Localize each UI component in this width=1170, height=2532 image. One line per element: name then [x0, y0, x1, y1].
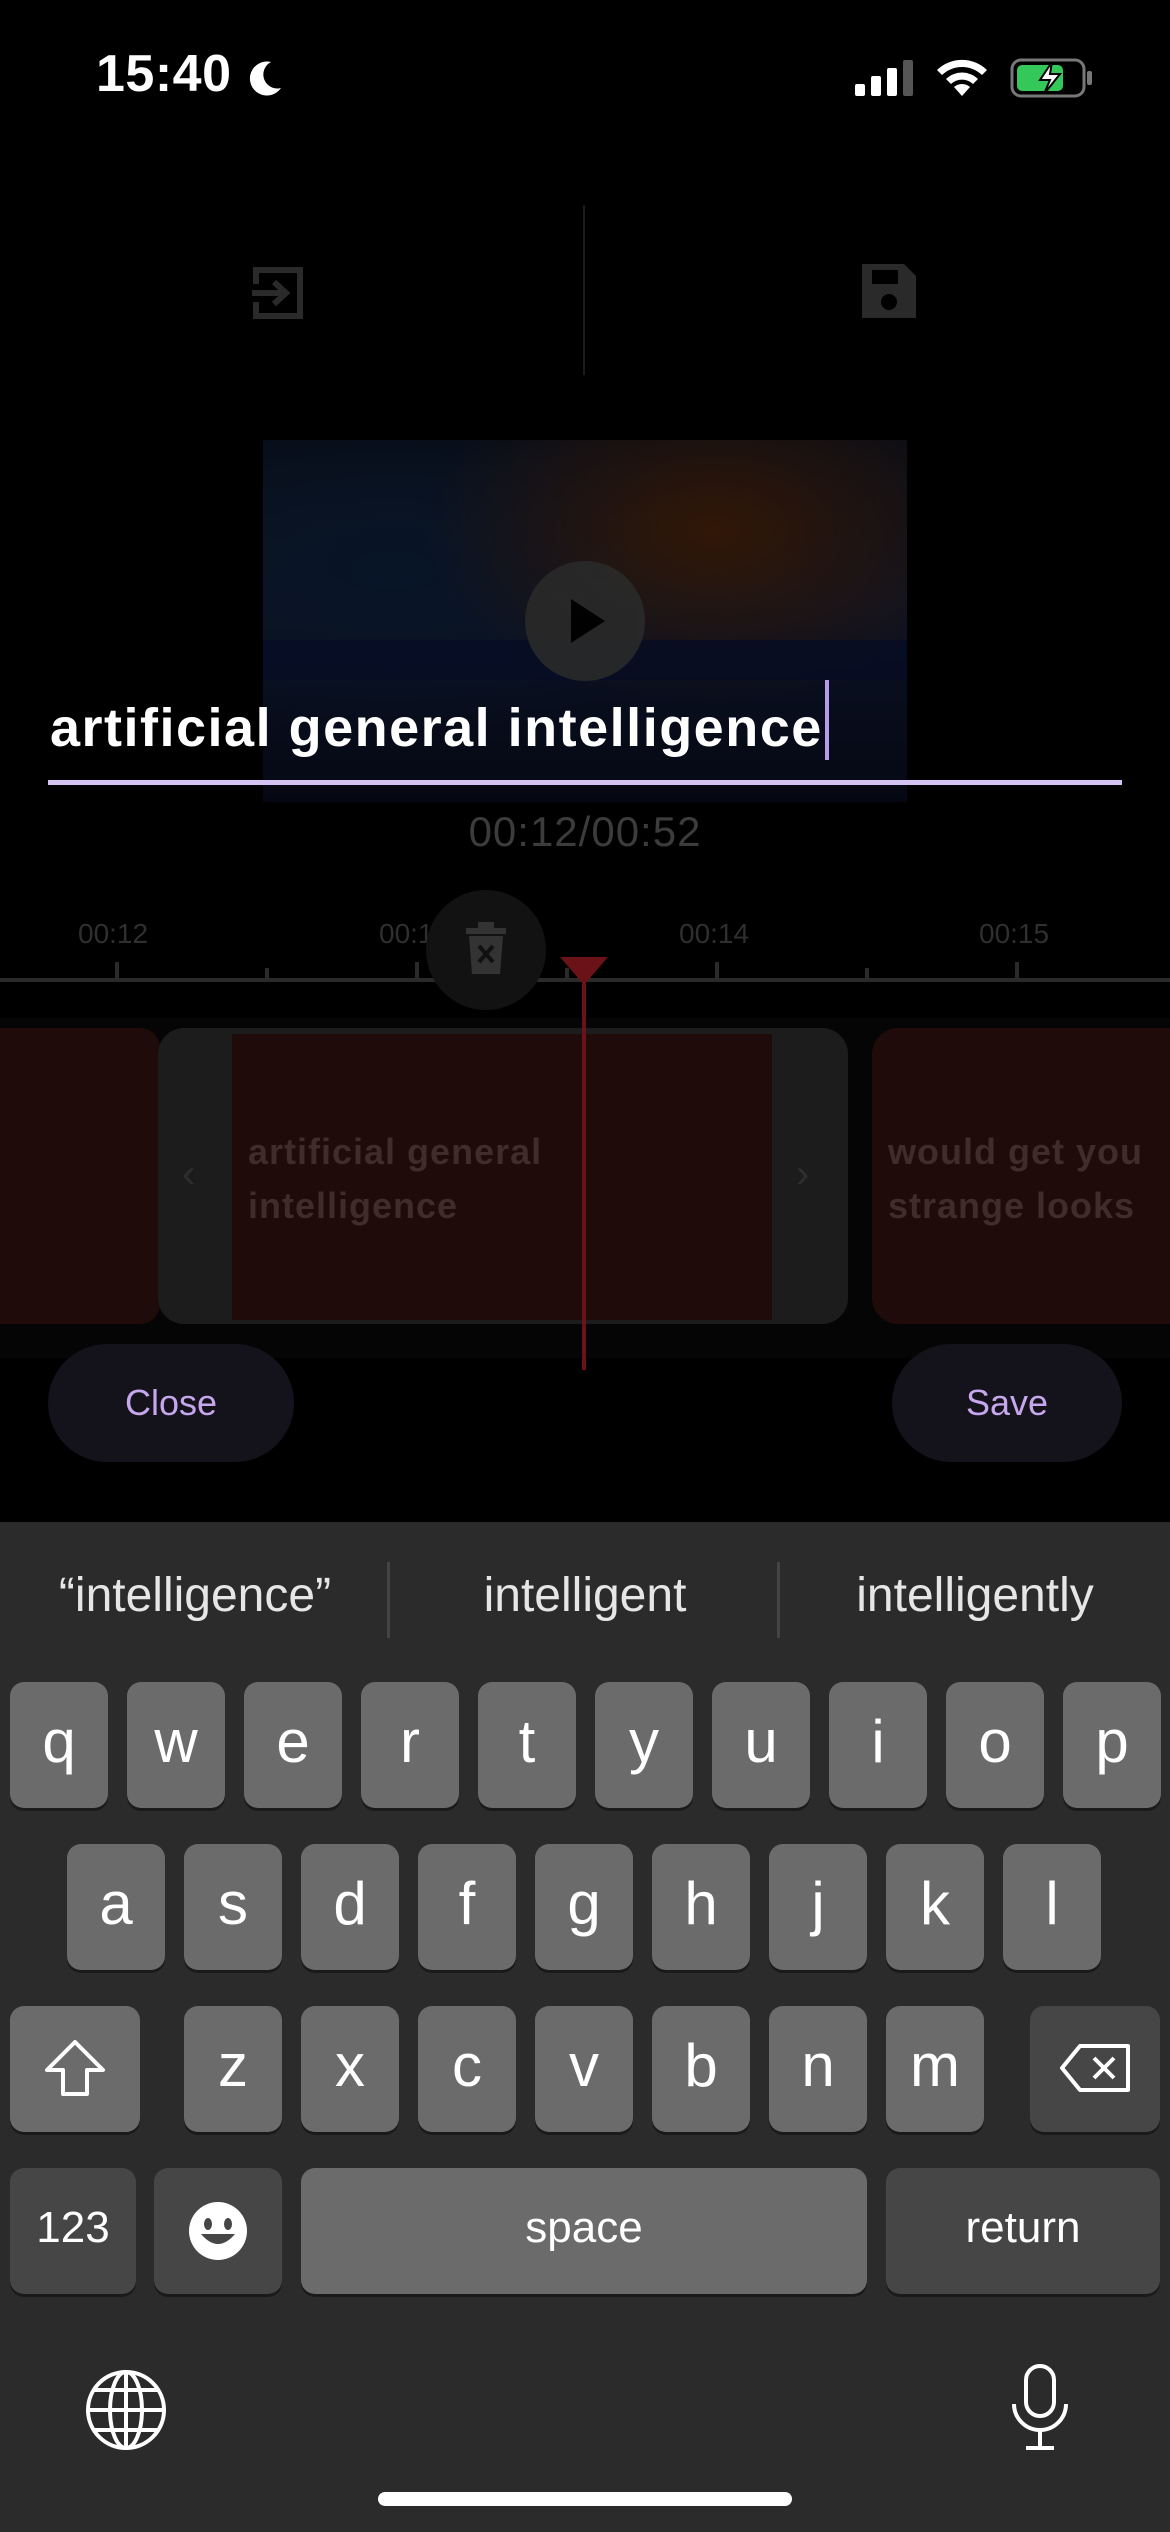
- key-p[interactable]: p: [1063, 1682, 1161, 1808]
- ruler-tick: [265, 968, 269, 982]
- selected-clip-text: artificial general intelligence: [248, 1125, 542, 1233]
- numbers-key[interactable]: 123: [10, 2168, 136, 2294]
- emoji-key[interactable]: [154, 2168, 282, 2294]
- shift-icon: [45, 2040, 105, 2096]
- exit-icon[interactable]: [248, 262, 310, 324]
- cellular-signal-icon: [855, 60, 913, 96]
- key-d[interactable]: d: [301, 1844, 399, 1970]
- key-i[interactable]: i: [829, 1682, 927, 1808]
- next-clip-line: would get you: [888, 1131, 1143, 1172]
- timecode: 00:12/00:52: [468, 808, 702, 855]
- trash-icon: [466, 922, 506, 974]
- key-z[interactable]: z: [184, 2006, 282, 2132]
- key-r[interactable]: r: [361, 1682, 459, 1808]
- trim-right-handle-icon[interactable]: ›: [796, 1152, 809, 1197]
- key-e[interactable]: e: [244, 1682, 342, 1808]
- delete-key[interactable]: [1030, 2006, 1160, 2132]
- key-w[interactable]: w: [127, 1682, 225, 1808]
- playhead-line: [582, 960, 586, 1370]
- suggestion-3[interactable]: intelligently: [790, 1568, 1160, 1623]
- selected-clip-line: intelligence: [248, 1185, 459, 1226]
- key-l[interactable]: l: [1003, 1844, 1101, 1970]
- tick-label: 00:12: [78, 918, 149, 949]
- key-v[interactable]: v: [535, 2006, 633, 2132]
- suggestion-1[interactable]: “intelligence”: [20, 1568, 370, 1623]
- key-c[interactable]: c: [418, 2006, 516, 2132]
- key-q[interactable]: q: [10, 1682, 108, 1808]
- ruler-tick: [1015, 962, 1019, 982]
- shift-key[interactable]: [10, 2006, 140, 2132]
- space-key[interactable]: space: [301, 2168, 867, 2294]
- key-a[interactable]: a: [67, 1844, 165, 1970]
- key-u[interactable]: u: [712, 1682, 810, 1808]
- key-x[interactable]: x: [301, 2006, 399, 2132]
- key-b[interactable]: b: [652, 2006, 750, 2132]
- ruler-tick: [115, 962, 119, 982]
- key-n[interactable]: n: [769, 2006, 867, 2132]
- ruler-tick: [865, 968, 869, 982]
- key-y[interactable]: y: [595, 1682, 693, 1808]
- suggestion-2[interactable]: intelligent: [400, 1568, 770, 1623]
- key-g[interactable]: g: [535, 1844, 633, 1970]
- text-input-underline: [48, 780, 1122, 785]
- subtitle-text-value: artificial general intelligence: [50, 698, 823, 758]
- return-key[interactable]: return: [886, 2168, 1160, 2294]
- key-s[interactable]: s: [184, 1844, 282, 1970]
- next-clip-line: strange looks: [888, 1185, 1136, 1226]
- selected-clip-line: artificial general: [248, 1131, 543, 1172]
- moon-icon: [249, 61, 281, 96]
- suggestion-divider: [387, 1562, 390, 1638]
- wifi-icon: [937, 59, 987, 96]
- battery-charging-icon: [1010, 58, 1092, 98]
- backspace-icon: [1060, 2044, 1130, 2092]
- tick-label: 00:15: [979, 918, 1050, 949]
- globe-icon[interactable]: [84, 2368, 168, 2452]
- key-o[interactable]: o: [946, 1682, 1044, 1808]
- trim-left-handle-icon[interactable]: ‹: [182, 1152, 195, 1197]
- key-k[interactable]: k: [886, 1844, 984, 1970]
- subtitle-text-input[interactable]: artificial general intelligence: [50, 680, 829, 760]
- subtitle-clip-previous[interactable]: [0, 1028, 160, 1324]
- key-m[interactable]: m: [886, 2006, 984, 2132]
- key-j[interactable]: j: [769, 1844, 867, 1970]
- close-button[interactable]: Close: [48, 1344, 294, 1462]
- home-indicator[interactable]: [378, 2492, 792, 2506]
- save-button[interactable]: Save: [892, 1344, 1122, 1462]
- key-f[interactable]: f: [418, 1844, 516, 1970]
- play-icon: [571, 599, 605, 643]
- play-button[interactable]: [525, 561, 645, 681]
- ruler-tick: [715, 962, 719, 982]
- microphone-icon[interactable]: [1008, 2362, 1072, 2454]
- emoji-icon: [189, 2202, 247, 2260]
- key-t[interactable]: t: [478, 1682, 576, 1808]
- tick-label: 00:14: [679, 918, 750, 949]
- key-h[interactable]: h: [652, 1844, 750, 1970]
- status-time: 15:40: [96, 45, 232, 103]
- previous-clip-text: l: [0, 1150, 2, 1192]
- toolbar-divider: [583, 205, 585, 375]
- save-floppy-icon[interactable]: [858, 260, 920, 322]
- ruler-tick: [415, 962, 419, 982]
- next-clip-text: would get you strange looks: [888, 1125, 1143, 1233]
- text-cursor: [824, 680, 829, 760]
- delete-clip-button[interactable]: [426, 890, 546, 1010]
- suggestion-divider: [777, 1562, 780, 1638]
